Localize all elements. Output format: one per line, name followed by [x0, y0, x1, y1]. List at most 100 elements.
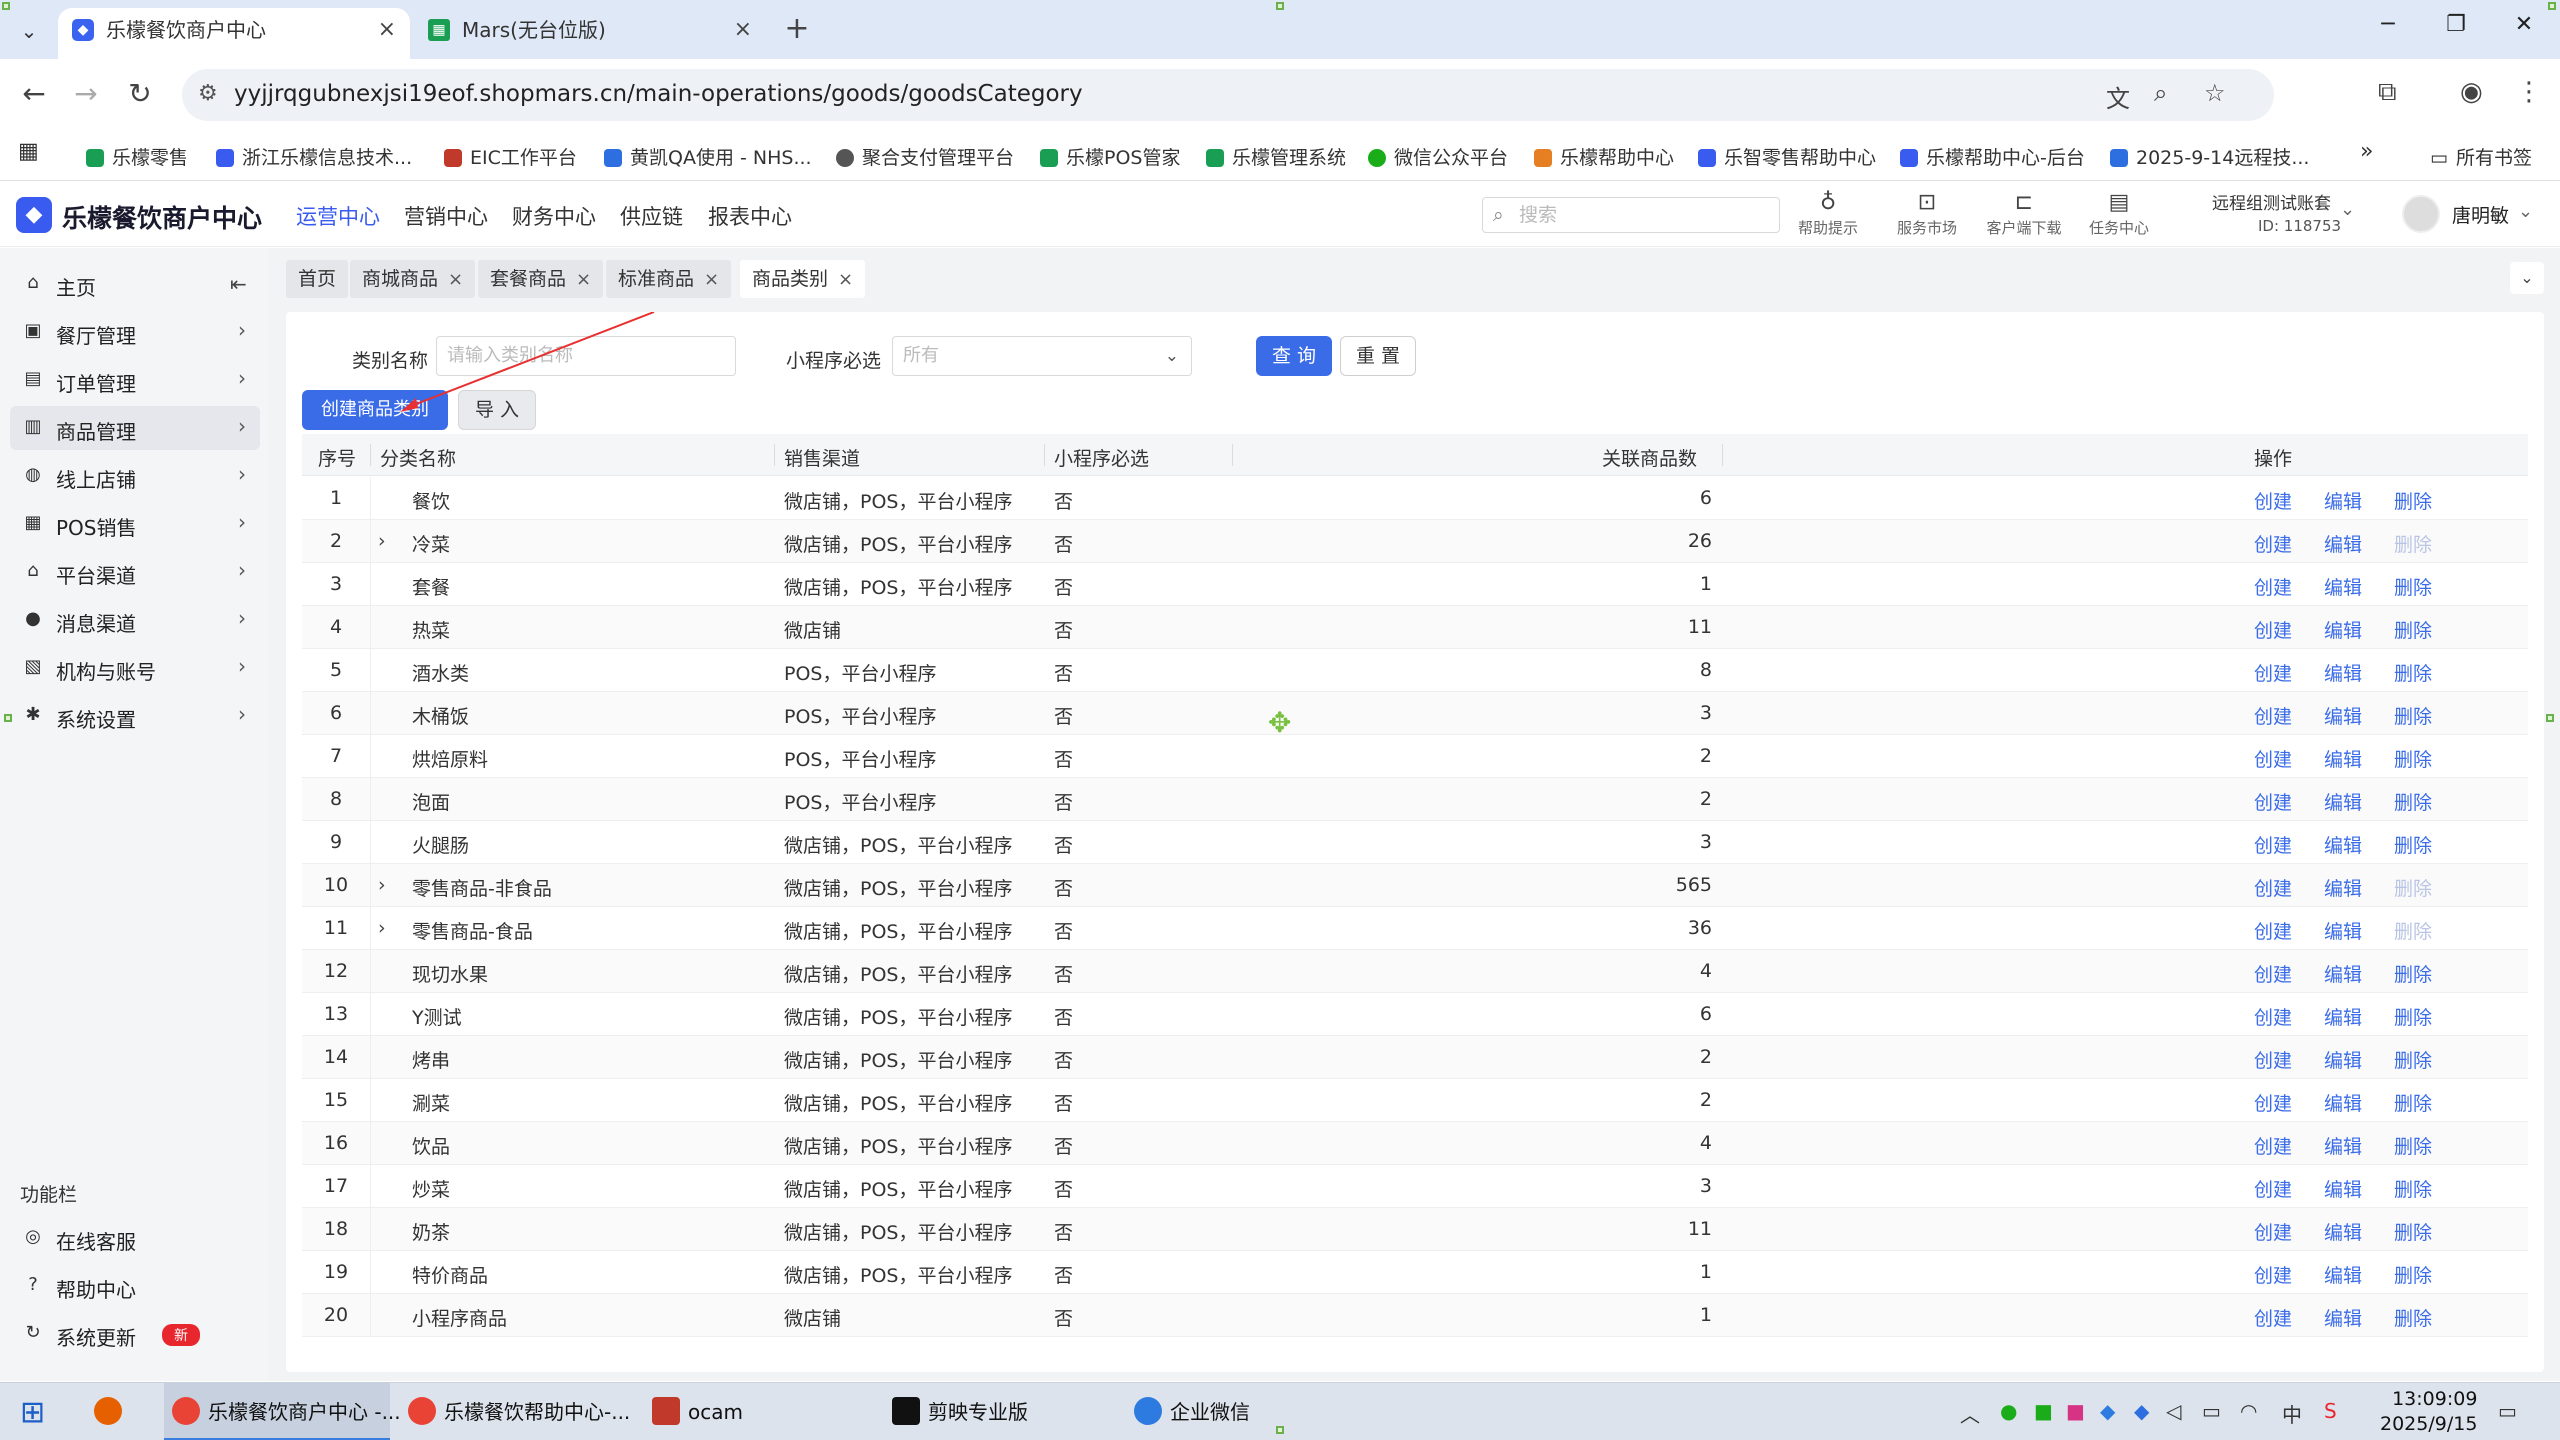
delete-button[interactable]: 删除: [2394, 960, 2432, 987]
close-icon[interactable]: ×: [378, 8, 396, 52]
sidebar-item-platform[interactable]: ⌂ 平台渠道 ›: [10, 550, 260, 594]
edit-button[interactable]: 编辑: [2324, 831, 2362, 858]
bookmark-item[interactable]: 乐智零售帮助中心: [1698, 143, 1876, 170]
sidebar-item-org[interactable]: ▧ 机构与账号 ›: [10, 646, 260, 690]
topnav-reports[interactable]: 报表中心: [708, 201, 792, 231]
create-sub-button[interactable]: 创建: [2254, 530, 2292, 557]
close-icon[interactable]: ×: [838, 269, 853, 290]
delete-button[interactable]: 删除: [2394, 573, 2432, 600]
bookmarks-overflow-icon[interactable]: »: [2360, 139, 2373, 164]
sogou-ime-icon[interactable]: S: [2324, 1399, 2337, 1423]
bookmark-star-icon[interactable]: ☆: [2204, 79, 2226, 107]
delete-button[interactable]: 删除: [2394, 1132, 2432, 1159]
extensions-icon[interactable]: ⧉: [2378, 77, 2397, 108]
close-icon[interactable]: ×: [448, 269, 463, 290]
edit-button[interactable]: 编辑: [2324, 788, 2362, 815]
reload-icon[interactable]: ↻: [120, 77, 160, 110]
browser-tab-active[interactable]: ◆ 乐檬餐饮商户中心 ×: [58, 8, 410, 59]
create-sub-button[interactable]: 创建: [2254, 702, 2292, 729]
delete-button[interactable]: 删除: [2394, 1261, 2432, 1288]
create-sub-button[interactable]: 创建: [2254, 874, 2292, 901]
sidebar-item-help-center[interactable]: ? 帮助中心: [10, 1264, 260, 1308]
edit-button[interactable]: 编辑: [2324, 917, 2362, 944]
all-bookmarks[interactable]: ▭ 所有书签: [2430, 143, 2532, 170]
delete-button[interactable]: 删除: [2394, 745, 2432, 772]
create-sub-button[interactable]: 创建: [2254, 1046, 2292, 1073]
new-tab-icon[interactable]: +: [780, 12, 814, 46]
create-sub-button[interactable]: 创建: [2254, 1089, 2292, 1116]
edit-button[interactable]: 编辑: [2324, 487, 2362, 514]
profile-icon[interactable]: ◉: [2460, 77, 2483, 107]
apps-grid-icon[interactable]: ▦: [18, 139, 39, 164]
sidebar-item-online-service[interactable]: ◎ 在线客服: [10, 1216, 260, 1260]
create-sub-button[interactable]: 创建: [2254, 1175, 2292, 1202]
zoom-icon[interactable]: ⌕: [2154, 79, 2167, 107]
url-text[interactable]: yyjjrqgubnexjsi19eof.shopmars.cn/main-op…: [234, 81, 1083, 107]
wifi-icon[interactable]: ◠: [2240, 1399, 2257, 1423]
bookmark-item[interactable]: 乐檬管理系统: [1206, 143, 1346, 170]
notification-icon[interactable]: ▭: [2498, 1399, 2517, 1423]
create-sub-button[interactable]: 创建: [2254, 1218, 2292, 1245]
collapse-sidebar-icon[interactable]: ⇤: [230, 272, 247, 296]
sidebar-item-home[interactable]: ⌂ 主页: [10, 262, 260, 306]
create-sub-button[interactable]: 创建: [2254, 1003, 2292, 1030]
page-tab-standard-goods[interactable]: 标准商品 ×: [606, 260, 732, 298]
ime-indicator[interactable]: 中: [2282, 1399, 2302, 1428]
taskbar-item-chrome-help[interactable]: 乐檬餐饮帮助中心-...: [400, 1383, 630, 1440]
sidebar-item-pos[interactable]: ▦ POS销售 ›: [10, 502, 260, 546]
browser-tab[interactable]: ▦ Mars(无台位版) ×: [414, 8, 766, 59]
edit-button[interactable]: 编辑: [2324, 1261, 2362, 1288]
taskbar-item-ocam[interactable]: ocam: [644, 1383, 784, 1440]
delete-button[interactable]: 删除: [2394, 616, 2432, 643]
edit-button[interactable]: 编辑: [2324, 960, 2362, 987]
edit-button[interactable]: 编辑: [2324, 1218, 2362, 1245]
topnav-operations[interactable]: 运营中心: [296, 201, 380, 231]
delete-button[interactable]: 删除: [2394, 530, 2432, 557]
page-tab-home[interactable]: 首页: [286, 260, 349, 298]
delete-button[interactable]: 删除: [2394, 1175, 2432, 1202]
required-select[interactable]: 所有 ⌄: [892, 336, 1192, 376]
sidebar-item-online-store[interactable]: ◍ 线上店铺 ›: [10, 454, 260, 498]
minimize-icon[interactable]: ─: [2368, 12, 2408, 37]
volume-icon[interactable]: ◁: [2166, 1399, 2181, 1423]
reset-button[interactable]: 重 置: [1340, 336, 1416, 376]
edit-button[interactable]: 编辑: [2324, 1003, 2362, 1030]
bookmark-item[interactable]: 浙江乐檬信息技术...: [216, 143, 412, 170]
topnav-finance[interactable]: 财务中心: [512, 201, 596, 231]
page-tab-goods-category[interactable]: 商品类别 ×: [740, 260, 866, 298]
create-sub-button[interactable]: 创建: [2254, 745, 2292, 772]
wechat-tray-icon[interactable]: ●: [2000, 1399, 2017, 1423]
create-sub-button[interactable]: 创建: [2254, 917, 2292, 944]
page-tab-combo-goods[interactable]: 套餐商品 ×: [478, 260, 604, 298]
create-sub-button[interactable]: 创建: [2254, 788, 2292, 815]
edit-button[interactable]: 编辑: [2324, 1175, 2362, 1202]
delete-button[interactable]: 删除: [2394, 1304, 2432, 1331]
taskbar-item-jianying[interactable]: 剪映专业版: [884, 1383, 1044, 1440]
forward-icon[interactable]: →: [66, 77, 106, 110]
bookmark-item[interactable]: 黄凯QA使用 - NHS...: [604, 143, 812, 170]
create-sub-button[interactable]: 创建: [2254, 659, 2292, 686]
expand-icon[interactable]: ›: [378, 917, 386, 939]
sidebar-item-goods[interactable]: ▥ 商品管理 ›: [10, 406, 260, 450]
edit-button[interactable]: 编辑: [2324, 1089, 2362, 1116]
chevron-down-icon[interactable]: ⌄: [2340, 199, 2355, 220]
delete-button[interactable]: 删除: [2394, 917, 2432, 944]
sidebar-item-settings[interactable]: ✱ 系统设置 ›: [10, 694, 260, 738]
back-icon[interactable]: ←: [14, 77, 54, 110]
delete-button[interactable]: 删除: [2394, 1089, 2432, 1116]
query-button[interactable]: 查 询: [1256, 336, 1332, 376]
omnibox[interactable]: ⚙ yyjjrqgubnexjsi19eof.shopmars.cn/main-…: [182, 69, 2274, 121]
delete-button[interactable]: 删除: [2394, 831, 2432, 858]
edit-button[interactable]: 编辑: [2324, 616, 2362, 643]
taskbar-clock[interactable]: 13:09:09 2025/9/15: [2380, 1387, 2477, 1437]
edit-button[interactable]: 编辑: [2324, 530, 2362, 557]
create-sub-button[interactable]: 创建: [2254, 573, 2292, 600]
edit-button[interactable]: 编辑: [2324, 573, 2362, 600]
wechat-tray-icon[interactable]: ■: [2034, 1399, 2053, 1423]
search-input[interactable]: ⌕ 搜索: [1482, 197, 1780, 233]
window-close-icon[interactable]: ✕: [2504, 12, 2544, 37]
taskbar-item-chrome-merchant[interactable]: 乐檬餐饮商户中心 -...: [164, 1383, 401, 1440]
delete-button[interactable]: 删除: [2394, 1218, 2432, 1245]
bookmark-item[interactable]: 乐檬帮助中心-后台: [1900, 143, 2085, 170]
battery-icon[interactable]: ▭: [2202, 1399, 2221, 1423]
